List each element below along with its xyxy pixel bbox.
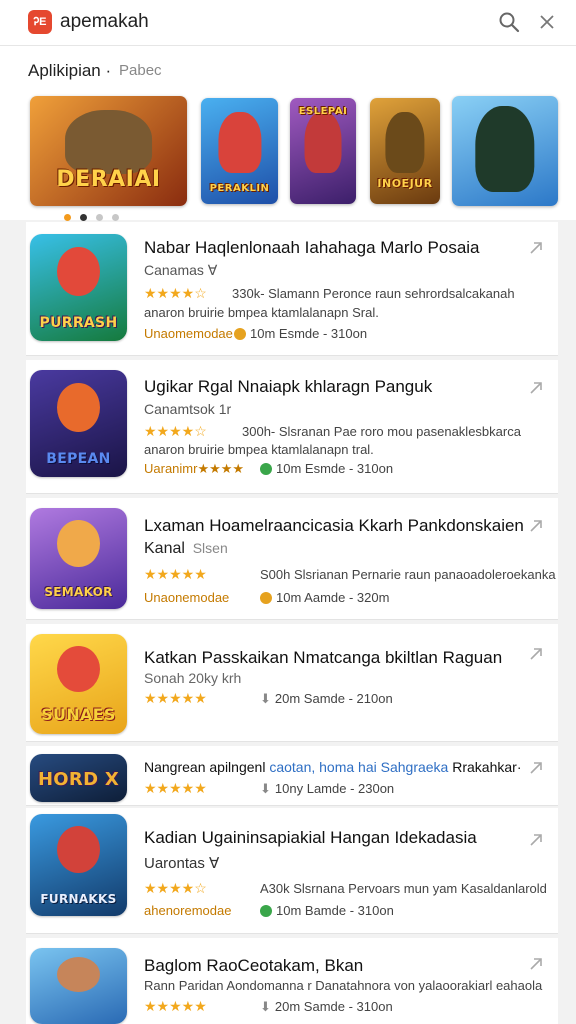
carousel-banner[interactable]: PERAKLIN xyxy=(201,98,278,204)
app-list-item[interactable]: FURNAKKS Kadian Ugaininsapiakial Hangan … xyxy=(26,808,558,934)
status-dot-icon xyxy=(260,905,272,917)
app-meta: ⬇ 10ny Lamde - 230on xyxy=(260,781,395,796)
status-dot-icon xyxy=(260,592,272,604)
app-meta: 10m Esmde - 310on xyxy=(234,326,367,341)
app-badge: Unaomemodae xyxy=(144,326,233,341)
app-badge: Uaranimr★★★★ xyxy=(144,461,245,476)
carousel-banner[interactable]: ESLEPAI xyxy=(290,98,356,204)
app-list-item[interactable]: BEPEAN Ugikar Rgal Nnaiapk khlaragn Pang… xyxy=(26,360,558,494)
share-arrow-icon[interactable] xyxy=(528,760,544,776)
app-title[interactable]: Ugikar Rgal Nnaiapk khlaragn Panguk xyxy=(144,377,432,397)
featured-carousel[interactable]: DERAIAI PERAKLIN ESLEPAI INOEJUR xyxy=(0,92,576,221)
app-name: apemakah xyxy=(60,11,149,32)
rating-text: 300h- Slsranan Pae roro mou pasenaklesbk… xyxy=(242,424,521,439)
app-subtitle: Canamas ∀ xyxy=(144,262,218,278)
close-icon[interactable] xyxy=(537,12,557,32)
carousel-banner[interactable]: INOEJUR xyxy=(370,98,440,204)
share-arrow-icon[interactable] xyxy=(528,380,544,396)
app-description: anaron bruirie bmpea ktamlalanapn Sral. xyxy=(144,305,379,320)
app-meta: 10m Aamde - 320m xyxy=(260,590,389,605)
download-icon: ⬇ xyxy=(260,691,271,706)
rating-stars: ★★★★☆ xyxy=(144,285,207,301)
app-badge: ahenoremodae xyxy=(144,903,232,918)
carousel-banner[interactable]: DERAIAI xyxy=(30,96,187,206)
rating-text: A30k Slsrnana Pervoars mun yam Kasaldanl… xyxy=(260,881,547,896)
app-description: anaron bruirie bmpea ktamlalanapn tral. xyxy=(144,442,374,457)
rating-stars: ★★★★★ xyxy=(144,690,207,706)
app-list-item[interactable]: Baglom RaoCeotakam, Bkan Rann Paridan Ao… xyxy=(26,938,558,1024)
share-arrow-icon[interactable] xyxy=(528,956,544,972)
rating-text: S00h Slsrianan Pernarie raun panaoadoler… xyxy=(260,567,556,582)
share-arrow-icon[interactable] xyxy=(528,646,544,662)
rating-stars: ★★★★☆ xyxy=(144,423,207,439)
app-icon[interactable]: SEMAKOR xyxy=(30,508,127,609)
app-icon[interactable]: SUNAES xyxy=(30,634,127,734)
top-app-bar: ᎮE apemakah xyxy=(0,0,576,46)
app-icon[interactable]: HORD X xyxy=(30,754,127,802)
app-subtitle: Kanal Slsen xyxy=(144,540,228,557)
app-badge: Unaonemodae xyxy=(144,590,230,605)
app-icon[interactable]: BEPEAN xyxy=(30,370,127,477)
app-subtitle: Rann Paridan Aondomanna r Danatahnora vo… xyxy=(144,978,543,993)
carousel-dot[interactable] xyxy=(112,214,119,221)
app-list-item[interactable]: HORD X Nangrean apilngenl caotan, homa h… xyxy=(26,746,558,806)
app-title[interactable]: Baglom RaoCeotakam, Bkan xyxy=(144,956,363,976)
app-subtitle: Sonah 20ky krh xyxy=(144,670,242,686)
share-arrow-icon[interactable] xyxy=(528,832,544,848)
app-meta: ⬇ 20m Samde - 210on xyxy=(260,691,393,706)
share-arrow-icon[interactable] xyxy=(528,240,544,256)
carousel-banner[interactable] xyxy=(452,96,558,206)
app-icon[interactable]: FURNAKKS xyxy=(30,814,127,916)
app-logo: ᎮE xyxy=(28,10,52,34)
rating-stars: ★★★★★ xyxy=(144,566,207,582)
status-dot-icon xyxy=(234,328,246,340)
app-title[interactable]: Kadian Ugaininsapiakial Hangan Idekadasi… xyxy=(144,828,477,848)
app-subtitle: Uarontas ∀ xyxy=(144,855,220,872)
app-list-item[interactable]: PURRASH Nabar Haqlenlonaah Iahahaga Marl… xyxy=(26,222,558,356)
carousel-indicator xyxy=(64,208,128,221)
app-title[interactable]: Lxaman Hoamelraancicasia Kkarh Pankdonsk… xyxy=(144,516,524,536)
share-arrow-icon[interactable] xyxy=(528,518,544,534)
app-meta: ⬇ 20m Samde - 310on xyxy=(260,999,393,1014)
section-header: Aplikipian · Pabec xyxy=(0,46,576,92)
app-list-item[interactable]: SEMAKOR Lxaman Hoamelraancicasia Kkarh P… xyxy=(26,498,558,620)
section-title: Aplikipian · xyxy=(28,61,112,80)
app-title[interactable]: Katkan Passkaikan Nmatcanga bkiltlan Rag… xyxy=(144,648,502,668)
search-icon[interactable] xyxy=(498,11,520,33)
carousel-dot[interactable] xyxy=(64,214,71,221)
download-icon: ⬇ xyxy=(260,999,271,1014)
app-meta: 10m Esmde - 310on xyxy=(260,461,393,476)
status-dot-icon xyxy=(260,463,272,475)
app-icon[interactable] xyxy=(30,948,127,1024)
rating-stars: ★★★★★ xyxy=(144,780,207,796)
carousel-dot[interactable] xyxy=(96,214,103,221)
section-subtitle[interactable]: Pabec xyxy=(119,62,162,79)
rating-text: 330k- Slamann Peronce raun sehrordsalcak… xyxy=(232,286,515,301)
app-title[interactable]: Nabar Haqlenlonaah Iahahaga Marlo Posaia xyxy=(144,238,480,258)
app-title[interactable]: Nangrean apilngenl caotan, homa hai Sahg… xyxy=(144,759,521,775)
app-list-item[interactable]: SUNAES Katkan Passkaikan Nmatcanga bkilt… xyxy=(26,624,558,742)
download-icon: ⬇ xyxy=(260,781,271,796)
app-subtitle: Canamtsok 1r xyxy=(144,401,232,417)
app-icon[interactable]: PURRASH xyxy=(30,234,127,341)
app-meta: 10m Bamde - 310on xyxy=(260,903,394,918)
rating-stars: ★★★★☆ xyxy=(144,880,207,896)
carousel-dot[interactable] xyxy=(80,214,87,221)
rating-stars: ★★★★★ xyxy=(144,998,207,1014)
